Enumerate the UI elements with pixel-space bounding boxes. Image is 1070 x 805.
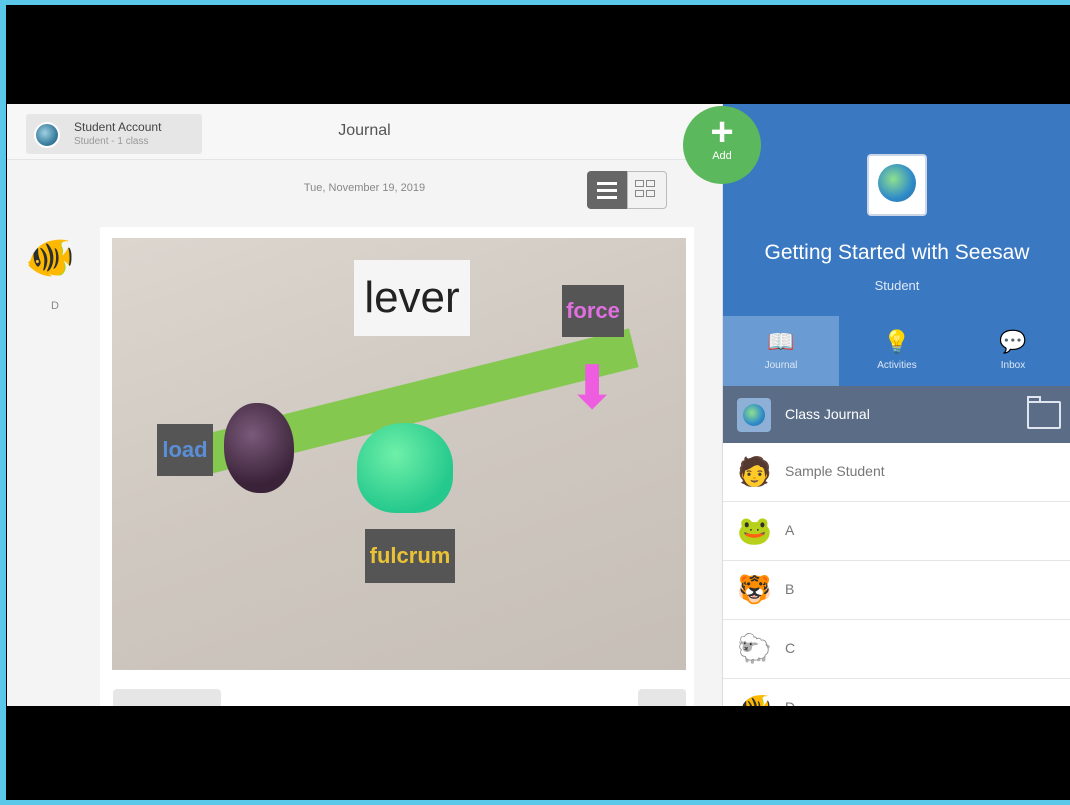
class-journal-globe-icon	[737, 398, 771, 432]
tab-inbox[interactable]: 💬 Inbox	[955, 316, 1070, 386]
book-icon: 📖	[767, 329, 795, 354]
post-more-button[interactable]	[638, 689, 686, 706]
post-photo[interactable]: ⬇ lever force load fulcrum	[112, 238, 686, 670]
page-title: Journal	[338, 122, 391, 139]
view-toggle	[587, 171, 669, 209]
down-arrow-icon: ⬇	[567, 354, 618, 421]
post-comment-button[interactable]	[113, 689, 221, 706]
sidebar: Getting Started with Seesaw Student 📖 Jo…	[722, 104, 1070, 706]
lightbulb-icon: 💡	[883, 329, 911, 354]
label-force: force	[562, 285, 624, 337]
app-screen: Student Account Student - 1 class Journa…	[7, 104, 1070, 706]
student-name: B	[785, 581, 795, 597]
class-name: Getting Started with Seesaw	[764, 241, 1030, 264]
add-button[interactable]: + Add	[683, 106, 761, 184]
student-row[interactable]: 🐑 C	[723, 620, 1070, 679]
class-role: Student	[874, 278, 920, 293]
folder-icon[interactable]	[1027, 396, 1061, 429]
student-avatar: 🧑	[737, 456, 772, 487]
student-row[interactable]: 🐸 A	[723, 502, 1070, 561]
tab-journal[interactable]: 📖 Journal	[723, 316, 839, 386]
grid-view-icon[interactable]	[627, 171, 667, 209]
tab-activities[interactable]: 💡 Activities	[839, 316, 955, 386]
class-journal-row[interactable]: Class Journal	[723, 386, 1070, 443]
student-avatar: 🐠	[737, 691, 772, 706]
clay-image	[357, 423, 453, 513]
tab-label: Inbox	[1000, 360, 1026, 371]
class-journal-label: Class Journal	[785, 406, 870, 422]
class-header: Getting Started with Seesaw Student	[723, 104, 1070, 316]
sidebar-tabs: 📖 Journal 💡 Activities 💬 Inbox	[723, 316, 1070, 386]
list-view-icon[interactable]	[587, 171, 627, 209]
student-row[interactable]: 🧑 Sample Student	[723, 443, 1070, 502]
label-fulcrum: fulcrum	[365, 529, 455, 583]
post-author-avatar[interactable]: 🐠	[25, 234, 83, 284]
student-name: Sample Student	[785, 463, 885, 479]
student-row[interactable]: 🐯 B	[723, 561, 1070, 620]
student-name: C	[785, 640, 796, 656]
plus-icon: +	[710, 110, 734, 154]
label-load: load	[157, 424, 213, 476]
student-row[interactable]: 🐠 D	[723, 679, 1070, 706]
tab-label: Journal	[764, 360, 798, 371]
post-author-name: D	[51, 300, 59, 312]
student-avatar: 🐯	[737, 574, 772, 605]
add-label: Add	[712, 150, 732, 162]
student-name: D	[785, 699, 795, 706]
tab-label: Activities	[877, 360, 917, 371]
student-avatar: 🐸	[737, 515, 772, 546]
chat-icon: 💬	[999, 329, 1027, 354]
class-globe-icon	[867, 154, 927, 216]
label-lever: lever	[354, 260, 470, 336]
student-avatar: 🐑	[737, 633, 772, 664]
rock-image	[224, 403, 294, 493]
top-bar: Student Account Student - 1 class Journa…	[7, 104, 722, 160]
student-name: A	[785, 522, 795, 538]
